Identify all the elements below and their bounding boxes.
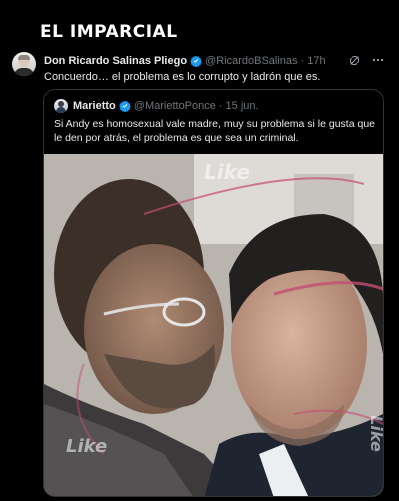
quoted-tweet-media[interactable]: Like Like Like xyxy=(44,154,383,496)
watermark-like: Like xyxy=(366,415,383,452)
more-icon[interactable] xyxy=(371,53,385,70)
quoted-author-handle[interactable]: @MariettoPonce xyxy=(134,100,216,112)
quoted-author-avatar[interactable] xyxy=(54,99,68,113)
quoted-author-name[interactable]: Marietto xyxy=(73,100,116,112)
grok-icon[interactable] xyxy=(348,54,361,70)
author-handle[interactable]: @RicardoBSalinas xyxy=(205,55,298,67)
tweet-text: Concuerdo… el problema es lo corrupto y … xyxy=(44,71,321,83)
quoted-tweet-header: Marietto @MariettoPonce · 15 jun. xyxy=(54,98,259,114)
quoted-tweet[interactable]: Marietto @MariettoPonce · 15 jun. Si And… xyxy=(43,89,384,497)
tweet-header: Don Ricardo Salinas Pliego @RicardoBSali… xyxy=(44,53,393,69)
verified-badge-icon xyxy=(190,55,202,67)
watermark-like: Like xyxy=(204,160,250,184)
author-name[interactable]: Don Ricardo Salinas Pliego xyxy=(44,55,187,67)
author-avatar[interactable] xyxy=(12,52,36,76)
separator-dot: · xyxy=(218,100,223,112)
tweet-time[interactable]: 17h xyxy=(307,55,325,67)
quoted-tweet-time[interactable]: 15 jun. xyxy=(226,100,259,112)
quoted-tweet-text: Si Andy es homosexual vale madre, muy su… xyxy=(54,118,376,144)
verified-badge-icon xyxy=(118,100,131,112)
masthead-title: EL IMPARCIAL xyxy=(40,22,178,42)
watermark-like: Like xyxy=(66,436,108,457)
separator-dot: · xyxy=(300,55,305,67)
